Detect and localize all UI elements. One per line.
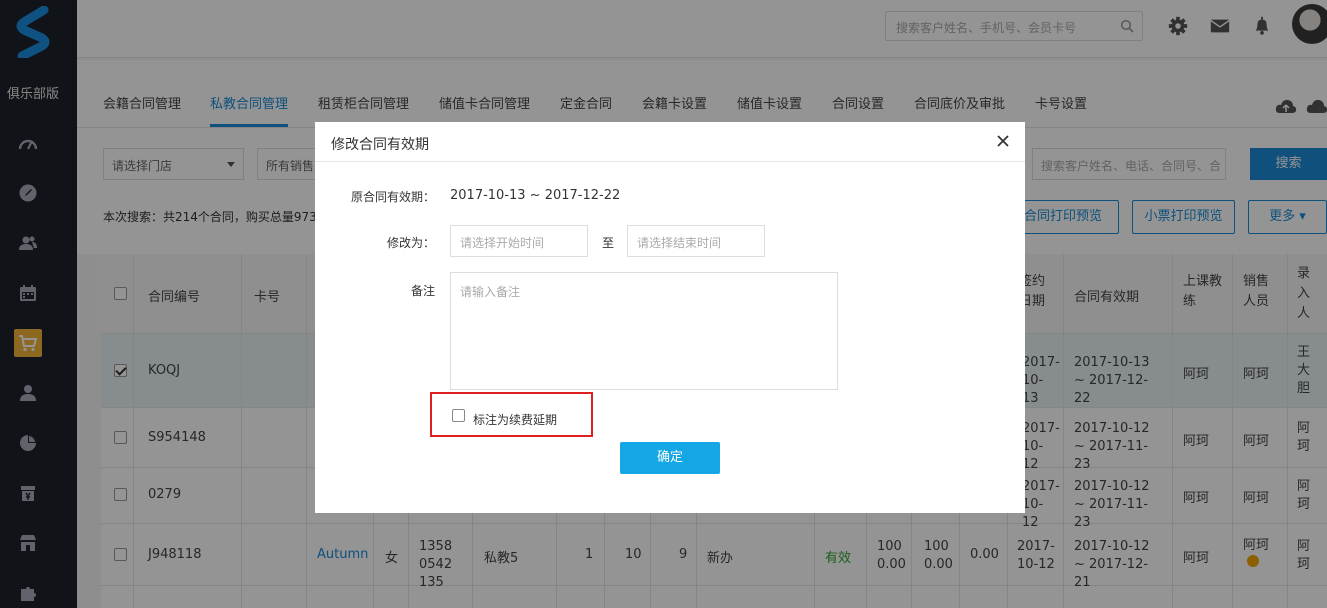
original-period-label: 原合同有效期： — [350, 190, 435, 204]
end-date-placeholder: 请选择结束时间 — [637, 236, 722, 250]
remark-textarea[interactable]: 请输入备注 — [450, 272, 838, 390]
edit-validity-dialog: 修改合同有效期 原合同有效期： 2017-10-13 ~ 2017-12-22 … — [315, 122, 1025, 513]
dialog-title: 修改合同有效期 — [331, 137, 429, 153]
modify-to-label: 修改为： — [386, 236, 435, 250]
start-date-placeholder: 请选择开始时间 — [460, 236, 545, 250]
start-date-input[interactable]: 请选择开始时间 — [450, 225, 588, 257]
renewal-extension-label[interactable]: 标注为续费延期 — [473, 411, 557, 428]
to-separator: 至 — [602, 236, 615, 250]
end-date-input[interactable]: 请选择结束时间 — [627, 225, 765, 257]
dialog-header: 修改合同有效期 — [315, 122, 1025, 162]
close-icon[interactable] — [995, 133, 1011, 149]
original-period-value: 2017-10-13 ~ 2017-12-22 — [450, 188, 621, 203]
renewal-extension-checkbox[interactable] — [452, 409, 465, 422]
remark-placeholder: 请输入备注 — [460, 285, 521, 299]
confirm-button[interactable]: 确定 — [620, 442, 720, 474]
remark-label: 备注 — [410, 284, 435, 298]
